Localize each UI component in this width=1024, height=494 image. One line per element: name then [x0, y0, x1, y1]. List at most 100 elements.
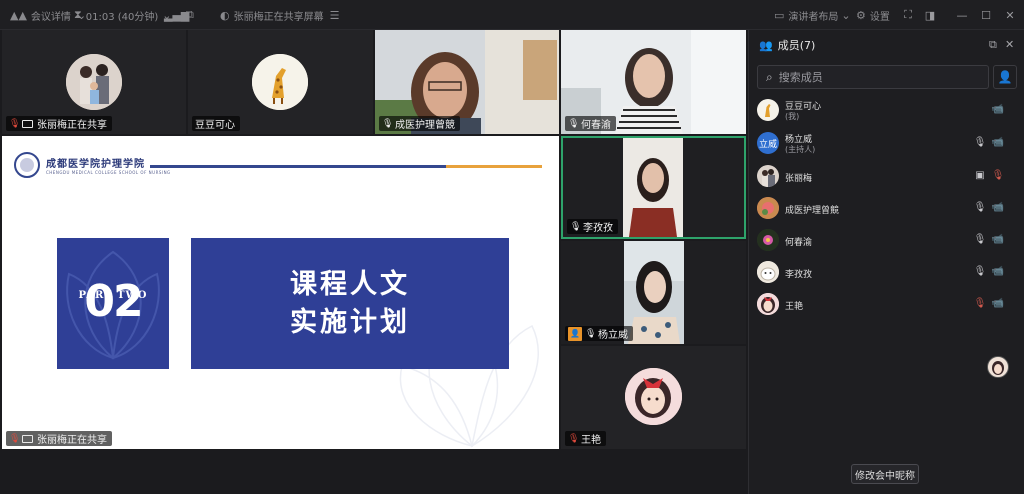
- tile-name: 何春渝: [581, 120, 611, 131]
- camera-on-icon[interactable]: 📹: [991, 202, 1005, 213]
- mic-on-icon: 🎙: [585, 328, 597, 339]
- tile-name: 张丽梅正在共享: [37, 435, 107, 446]
- mic-muted-icon[interactable]: 🎙: [991, 170, 1005, 181]
- members-panel: 👥 成员(7) ⧉ ✕ ⌕ 搜索成员 👤 豆豆可心 (我) 📹 立威 杨立威 (…: [748, 30, 1024, 494]
- close-icon[interactable]: ✕: [1000, 0, 1020, 30]
- screen-share-icon: ◐: [220, 8, 230, 22]
- member-row[interactable]: 成医护理曾競 🎙 📹: [749, 194, 1024, 222]
- mic-on-icon[interactable]: 🎙: [973, 234, 987, 245]
- tile-name: 杨立威: [598, 330, 628, 341]
- mic-muted-icon: 🎙: [568, 433, 580, 444]
- section-title-line1: 课程人文: [290, 268, 410, 300]
- title-bar: ▲▲ 会议详情 ⌄ ⧗ 01:03 (40分钟) ⌄ ▂▄▆ ⧉ ◐ 张丽梅正在…: [0, 0, 1024, 30]
- video-tile-he-chunyu[interactable]: 🎙 何春渝: [561, 30, 746, 134]
- settings-button[interactable]: ⚙ 设置: [856, 0, 890, 30]
- video-tile-li-zizi[interactable]: 🎙 李孜孜: [561, 136, 746, 239]
- hourglass-icon: ⧗: [74, 8, 82, 21]
- rename-button-label: 修改会中昵称: [855, 470, 915, 482]
- section-label: PART TWO: [78, 290, 148, 301]
- member-name: 何春渝: [785, 238, 813, 248]
- member-row[interactable]: 豆豆可心 (我) 📹: [749, 96, 1024, 124]
- close-panel-icon[interactable]: ✕: [1005, 38, 1014, 51]
- floating-avatar[interactable]: [987, 356, 1009, 378]
- rename-in-meeting-button[interactable]: 修改会中昵称: [851, 464, 919, 484]
- member-row[interactable]: 王艳 🎙 📹: [749, 290, 1024, 318]
- layout-label: 演讲者布局: [788, 11, 839, 23]
- video-tile-zhang-limei[interactable]: 🎙 张丽梅正在共享: [2, 30, 186, 134]
- slide-header: 成都医学院护理学院 CHENGDU MEDICAL COLLEGE SCHOOL…: [14, 152, 171, 178]
- mic-muted-icon: 🎙: [9, 433, 21, 444]
- gear-icon: ⚙: [856, 8, 866, 22]
- minimize-icon[interactable]: —: [952, 0, 972, 30]
- sharing-status: ◐ 张丽梅正在共享屏幕 ☰: [220, 0, 343, 30]
- layout-button[interactable]: ▭ 演讲者布局 ⌄: [774, 0, 855, 30]
- search-placeholder: 搜索成员: [778, 71, 823, 84]
- member-name: 王艳: [785, 302, 804, 312]
- invite-member-button[interactable]: 👤: [993, 65, 1017, 89]
- member-avatar: [757, 197, 779, 219]
- member-name: 成医护理曾競: [785, 206, 840, 216]
- popout-icon[interactable]: ⧉: [186, 0, 198, 30]
- member-name: 李孜孜: [785, 270, 813, 280]
- member-row[interactable]: 张丽梅 ▣ 🎙: [749, 162, 1024, 190]
- search-icon: ⌕: [766, 69, 773, 84]
- camera-on-icon[interactable]: 📹: [991, 137, 1005, 148]
- screen-share-icon: [22, 434, 33, 443]
- name-tag: 🎙 张丽梅正在共享: [6, 116, 112, 131]
- tile-name: 成医护理曾競: [395, 120, 455, 131]
- screen-share-icon: [22, 119, 33, 128]
- camera-feed: [624, 241, 684, 344]
- fullscreen-icon[interactable]: ⛶: [898, 0, 918, 30]
- sharer-name-tag: 🎙 张丽梅正在共享: [6, 431, 112, 446]
- school-logo-icon: [14, 152, 40, 178]
- screen-share-icon: ▣: [975, 170, 985, 181]
- video-tile-wang-yan[interactable]: 🎙 王艳: [561, 346, 746, 449]
- timer-label: 01:03 (40分钟): [85, 11, 159, 23]
- host-badge-icon: 👤: [568, 326, 582, 341]
- avatar: [625, 368, 682, 425]
- mic-on-icon[interactable]: 🎙: [973, 137, 987, 148]
- member-search-input[interactable]: ⌕ 搜索成员: [757, 65, 989, 89]
- section-number: 02: [84, 276, 143, 327]
- tile-name: 李孜孜: [583, 223, 613, 234]
- member-avatar: [757, 261, 779, 283]
- members-panel-header: 👥 成员(7): [749, 30, 1024, 60]
- mic-on-icon: 🎙: [382, 118, 394, 129]
- section-number-box: 02 PART TWO: [57, 238, 169, 369]
- meeting-timer: ⧗ 01:03 (40分钟) ⌄: [74, 0, 175, 30]
- maximize-icon[interactable]: ☐: [976, 0, 996, 30]
- camera-off-icon[interactable]: 📹: [991, 104, 1005, 115]
- popout-panel-icon[interactable]: ⧉: [989, 38, 997, 52]
- shared-screen: 成都医学院护理学院 CHENGDU MEDICAL COLLEGE SCHOOL…: [2, 136, 559, 449]
- video-tile-yang-liwei[interactable]: 👤 🎙 杨立威: [561, 241, 746, 344]
- members-icon: 👥: [759, 38, 773, 52]
- name-tag: 👤 🎙 杨立威: [565, 326, 633, 341]
- camera-on-icon[interactable]: 📹: [991, 266, 1005, 277]
- name-tag: 🎙 何春渝: [565, 116, 616, 131]
- mic-muted-icon[interactable]: 🎙: [973, 298, 987, 309]
- name-tag: 🎙 王艳: [565, 431, 606, 446]
- mic-on-icon: 🎙: [570, 221, 582, 232]
- video-tile-chengyi[interactable]: 🎙 成医护理曾競: [375, 30, 559, 134]
- mic-on-icon: 🎙: [568, 118, 580, 129]
- section-title-line2: 实施计划: [290, 306, 410, 338]
- layout-icon: ▭: [774, 8, 785, 22]
- member-row[interactable]: 立威 杨立威 (主持人) 🎙 📹: [749, 129, 1024, 157]
- tile-name: 王艳: [581, 435, 601, 446]
- member-avatar: [757, 293, 779, 315]
- settings-label: 设置: [869, 11, 890, 23]
- mic-on-icon[interactable]: 🎙: [973, 266, 987, 277]
- member-avatar: 立威: [757, 132, 779, 154]
- avatar-initials: 立威: [758, 139, 777, 150]
- member-name: 张丽梅: [785, 174, 813, 184]
- avatar: [252, 54, 308, 110]
- mic-on-icon[interactable]: 🎙: [973, 202, 987, 213]
- camera-on-icon[interactable]: 📹: [991, 234, 1005, 245]
- video-tile-doudou[interactable]: 豆豆可心: [188, 30, 373, 134]
- add-user-icon: 👤: [997, 70, 1013, 84]
- camera-off-icon[interactable]: 📹: [991, 298, 1005, 309]
- member-row[interactable]: 李孜孜 🎙 📹: [749, 258, 1024, 286]
- member-row[interactable]: 何春渝 🎙 📹: [749, 226, 1024, 254]
- mic-muted-icon: 🎙: [9, 118, 21, 129]
- sidebar-toggle-icon[interactable]: ◨: [920, 0, 940, 30]
